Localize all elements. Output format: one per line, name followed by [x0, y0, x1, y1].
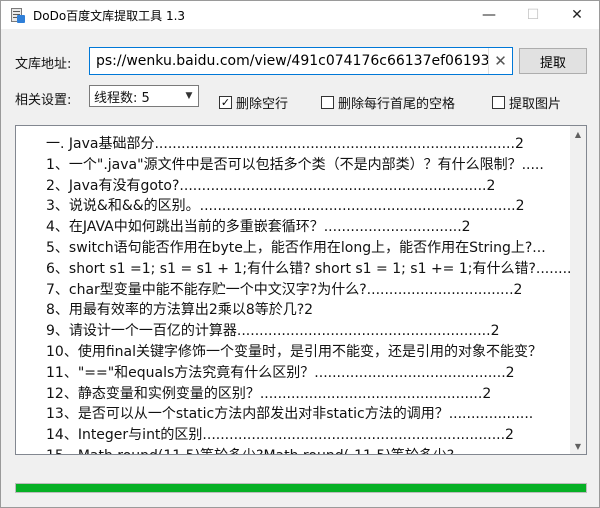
- url-label: 文库地址:: [15, 57, 72, 72]
- url-value: ps://wenku.baidu.com/view/491c074176c661…: [96, 53, 513, 69]
- extract-images-checkbox[interactable]: 提取图片: [492, 93, 561, 112]
- text-line: 一. Java基础部分.............................…: [46, 136, 524, 152]
- scroll-up-icon[interactable]: ▲: [570, 126, 586, 142]
- thread-count-value: 线程数: 5: [94, 90, 150, 106]
- trim-line-spaces-checkbox[interactable]: 删除每行首尾的空格: [321, 93, 455, 112]
- text-line: 13、是否可以从一个static方法内部发出对非static方法的调用？....…: [46, 406, 534, 423]
- maximize-button: ☐: [511, 1, 555, 29]
- checkbox-label: 删除空行: [236, 97, 289, 112]
- text-line: 4、在JAVA中如何跳出当前的多重嵌套循环？..................…: [46, 219, 471, 236]
- close-icon: ✕: [571, 7, 583, 23]
- text-line: 11、"=="和equals方法究竟有什么区别？................…: [46, 364, 515, 381]
- extract-button-label: 提取: [539, 55, 566, 71]
- app-document-icon: [9, 7, 25, 23]
- checkbox-label: 删除每行首尾的空格: [338, 97, 456, 112]
- minimize-button[interactable]: —: [467, 1, 511, 29]
- checkbox-checked-icon[interactable]: ✓: [219, 96, 232, 109]
- app-window: DoDo百度文库提取工具 1.3 — ☐ ✕ 文库地址: ps://wenku.…: [0, 0, 600, 508]
- text-line: 14、Integer与int的区别.......................…: [46, 427, 514, 444]
- progress-fill: [16, 484, 586, 492]
- minimize-icon: —: [482, 7, 496, 23]
- text-line: 6、short s1 =1; s1 = s1 + 1;有什么错? short s…: [46, 260, 572, 277]
- close-button[interactable]: ✕: [555, 1, 599, 29]
- text-line: 8、用最有效率的方法算出2乘以8等於几?2: [46, 302, 314, 319]
- text-line: 5、switch语句能否作用在byte上，能否作用在long上，能否作用在Str…: [46, 239, 546, 256]
- window-title: DoDo百度文库提取工具 1.3: [33, 8, 186, 23]
- scroll-down-icon[interactable]: ▼: [570, 438, 586, 454]
- text-line: 7、char型变量中能不能存贮一个中文汉字?为什么?..............…: [46, 281, 523, 298]
- text-line: 12、静态变量和实例变量的区别？........................…: [46, 385, 492, 402]
- delete-empty-lines-checkbox[interactable]: ✓ 删除空行: [219, 93, 288, 112]
- extract-button[interactable]: 提取: [519, 48, 587, 74]
- url-input[interactable]: ps://wenku.baidu.com/view/491c074176c661…: [89, 47, 513, 75]
- progress-bar: [15, 483, 587, 493]
- text-line: 2、Java有没有goto?..........................…: [46, 177, 496, 194]
- extracted-text-area[interactable]: 一. Java基础部分.............................…: [15, 125, 587, 455]
- text-line: 10、使用final关键字修饰一个变量时，是引用不能变，还是引用的对象不能变？: [46, 343, 542, 360]
- thread-count-select[interactable]: 线程数: 5 ▼: [89, 85, 199, 107]
- maximize-icon: ☐: [526, 7, 540, 23]
- text-line: 3、说说&和&&的区别。............................…: [46, 198, 525, 215]
- text-line: 15、Math.round(11.5)等於多少?Math.round(-11.5…: [46, 446, 572, 454]
- text-line: 1、一个".java"源文件中是否可以包括多个类（不是内部类）？有什么限制？..…: [46, 156, 544, 173]
- settings-label: 相关设置:: [15, 93, 72, 108]
- checkbox-label: 提取图片: [509, 97, 562, 112]
- checkbox-unchecked-icon[interactable]: [492, 96, 505, 109]
- clear-url-button[interactable]: ✕: [488, 48, 512, 74]
- text-line: 9、请设计一个一百亿的计算器..........................…: [46, 323, 500, 340]
- chevron-down-icon: ▼: [185, 91, 193, 101]
- text-content: 一. Java基础部分.............................…: [16, 126, 572, 454]
- title-bar[interactable]: DoDo百度文库提取工具 1.3 — ☐ ✕: [1, 1, 599, 29]
- vertical-scrollbar[interactable]: ▲ ▼: [570, 126, 586, 454]
- clear-icon: ✕: [494, 52, 507, 70]
- checkbox-unchecked-icon[interactable]: [321, 96, 334, 109]
